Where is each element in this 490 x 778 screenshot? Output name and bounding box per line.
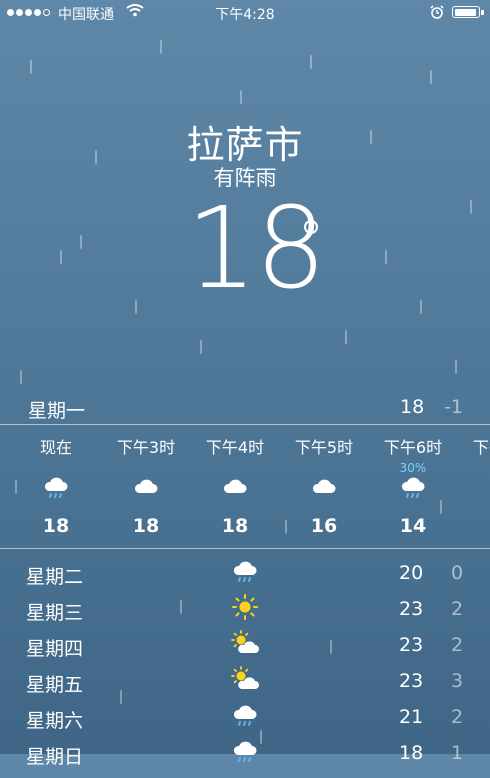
- day-high: 21: [399, 706, 424, 728]
- hour-label: 下午3时: [116, 438, 176, 457]
- rain-cloud-icon: [401, 477, 425, 498]
- cloud-icon: [223, 479, 247, 493]
- rain-cloud-icon: [44, 477, 68, 498]
- hour-temperature: 18: [221, 515, 249, 537]
- day-name: 星期五: [26, 674, 84, 696]
- hour-label: 下午4时: [205, 438, 265, 457]
- degree-symbol: [304, 220, 318, 234]
- day-high: 18: [399, 742, 424, 764]
- partly-cloudy-icon: [231, 666, 259, 689]
- hour-temperature: 14: [399, 515, 427, 537]
- hour-label: 下午5时: [294, 438, 354, 457]
- sun-icon: [232, 594, 258, 620]
- hour-temperature: 18: [42, 515, 70, 537]
- rain-cloud-icon: [233, 741, 257, 762]
- day-low: 0: [451, 562, 464, 584]
- day-low: 3: [451, 670, 464, 692]
- day-high: 23: [399, 598, 424, 620]
- divider-bottom: [0, 548, 490, 549]
- day-name: 星期六: [26, 710, 84, 732]
- day-name: 星期三: [26, 602, 84, 624]
- cloud-icon: [312, 479, 336, 493]
- day-low: 1: [451, 742, 464, 764]
- today-low: -1: [444, 396, 463, 418]
- current-temperature: 18: [186, 184, 327, 314]
- hour-label: 现在: [39, 438, 72, 457]
- day-name: 星期日: [26, 746, 84, 768]
- battery-icon: [452, 6, 484, 18]
- status-bar: 中国联通 下午4:28: [0, 0, 490, 26]
- day-name: 星期二: [26, 566, 84, 588]
- hour-label: 下午6时: [383, 438, 443, 457]
- rain-cloud-icon: [233, 705, 257, 726]
- cloud-icon: [134, 479, 158, 493]
- alarm-icon: [430, 5, 444, 19]
- day-low: 2: [451, 706, 464, 728]
- hourly-forecast-scroller[interactable]: 现在 18 下午3时 18 下午4时 18 下午5时 16 下午6时 30% 1…: [0, 424, 490, 548]
- day-low: 2: [451, 634, 464, 656]
- today-day: 星期一: [28, 400, 86, 422]
- day-name: 星期四: [26, 638, 84, 660]
- hour-temperature: 16: [310, 515, 338, 537]
- hour-label: 下午7时: [472, 438, 490, 457]
- hour-temperature: 18: [132, 515, 160, 537]
- day-high: 23: [399, 670, 424, 692]
- day-high: 20: [399, 562, 424, 584]
- day-low: 2: [451, 598, 464, 620]
- today-high: 18: [400, 396, 425, 418]
- status-time: 下午4:28: [215, 7, 275, 23]
- daily-row: 星期日 18 1: [0, 741, 490, 778]
- day-high: 23: [399, 634, 424, 656]
- city-name: 拉萨市: [186, 123, 304, 167]
- precip-chance: 30%: [399, 461, 427, 475]
- rain-cloud-icon: [233, 561, 257, 582]
- hour-temperature: 12: [462, 515, 490, 537]
- partly-cloudy-icon: [231, 630, 259, 653]
